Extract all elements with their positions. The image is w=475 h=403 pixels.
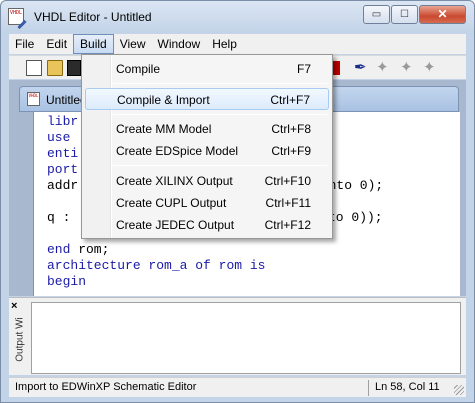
window-title: VHDL Editor - Untitled [34, 10, 152, 24]
disabled-tool-icon-3: ✦ [423, 59, 436, 76]
cursor-position: Ln 58, Col 11 [375, 381, 440, 393]
save-icon[interactable] [67, 60, 81, 76]
menu-bar: File Edit Build View Window Help [9, 34, 466, 54]
menu-item-shortcut: Ctrl+F11 [265, 196, 311, 210]
menu-item-create-jedec-output[interactable]: Create JEDEC Output Ctrl+F12 [85, 214, 329, 236]
code-line: use [47, 130, 79, 145]
open-folder-icon[interactable] [47, 60, 63, 76]
code-line: architecture rom_a of rom is [47, 258, 266, 273]
vhdl-document-icon: VHDL [8, 8, 27, 30]
output-window: × Output Wi [9, 297, 466, 375]
vhdl-document-icon: VHDL [27, 92, 40, 106]
menu-item-shortcut: Ctrl+F12 [264, 218, 311, 232]
menu-item-compile-import[interactable]: Compile & Import Ctrl+F7 [85, 88, 329, 110]
menu-separator [113, 83, 327, 84]
menu-item-create-xilinx-output[interactable]: Create XILINX Output Ctrl+F10 [85, 170, 329, 192]
menu-separator [113, 114, 327, 115]
menu-edit[interactable]: Edit [40, 34, 73, 54]
status-message: Import to EDWinXP Schematic Editor [15, 381, 197, 393]
menu-window[interactable]: Window [152, 34, 207, 54]
menu-view[interactable]: View [114, 34, 152, 54]
menu-item-label: Compile & Import [117, 93, 210, 107]
status-bar: Import to EDWinXP Schematic Editor Ln 58… [9, 377, 466, 397]
menu-item-create-edspice-model[interactable]: Create EDSpice Model Ctrl+F9 [85, 140, 329, 162]
menu-item-label: Create XILINX Output [116, 174, 233, 188]
code-line: enti [47, 146, 79, 161]
new-file-icon[interactable] [26, 60, 42, 76]
code-line: q : [47, 210, 71, 225]
code-line: begin [47, 274, 87, 289]
menu-item-shortcut: Ctrl+F7 [270, 93, 310, 107]
menu-item-shortcut: Ctrl+F8 [271, 122, 311, 136]
menu-item-shortcut: Ctrl+F10 [264, 174, 311, 188]
menu-item-create-mm-model[interactable]: Create MM Model Ctrl+F8 [85, 118, 329, 140]
output-text-area[interactable] [31, 302, 461, 374]
output-window-label: Output Wi [14, 317, 26, 362]
menu-separator [113, 165, 327, 166]
menu-item-label: Create CUPL Output [116, 196, 227, 210]
menu-item-label: Create EDSpice Model [116, 144, 239, 158]
resize-grip-icon[interactable] [454, 385, 464, 395]
build-menu-dropdown: Compile F7 Compile & Import Ctrl+F7 Crea… [81, 54, 333, 239]
menu-item-label: Create JEDEC Output [116, 218, 235, 232]
status-separator [368, 380, 369, 396]
code-line: addr [47, 178, 79, 193]
menu-item-label: Compile [116, 62, 161, 76]
close-button[interactable]: ✕ [419, 5, 466, 24]
main-window: VHDL VHDL Editor - Untitled ▭ ☐ ✕ File E… [0, 0, 475, 403]
menu-item-label: Create MM Model [116, 122, 212, 136]
menu-item-shortcut: Ctrl+F9 [271, 144, 311, 158]
disabled-tool-icon-1: ✦ [376, 59, 389, 76]
menu-item-compile[interactable]: Compile F7 [85, 58, 329, 80]
minimize-button[interactable]: ▭ [363, 5, 390, 24]
title-bar[interactable]: VHDL VHDL Editor - Untitled ▭ ☐ ✕ [1, 1, 474, 33]
maximize-button[interactable]: ☐ [391, 5, 418, 24]
code-line: libr [47, 114, 79, 129]
menu-item-create-cupl-output[interactable]: Create CUPL Output Ctrl+F11 [85, 192, 329, 214]
code-line: port [47, 162, 79, 177]
red-tool-icon[interactable] [332, 61, 340, 75]
code-line: end rom; [47, 242, 110, 257]
menu-help[interactable]: Help [206, 34, 243, 54]
menu-file[interactable]: File [9, 34, 40, 54]
menu-build[interactable]: Build [73, 34, 114, 54]
code-line-tail: to 0)); [328, 210, 383, 225]
menu-item-shortcut: F7 [296, 62, 311, 76]
stamp-icon[interactable]: ✒ [354, 60, 370, 76]
disabled-tool-icon-2: ✦ [400, 59, 413, 76]
